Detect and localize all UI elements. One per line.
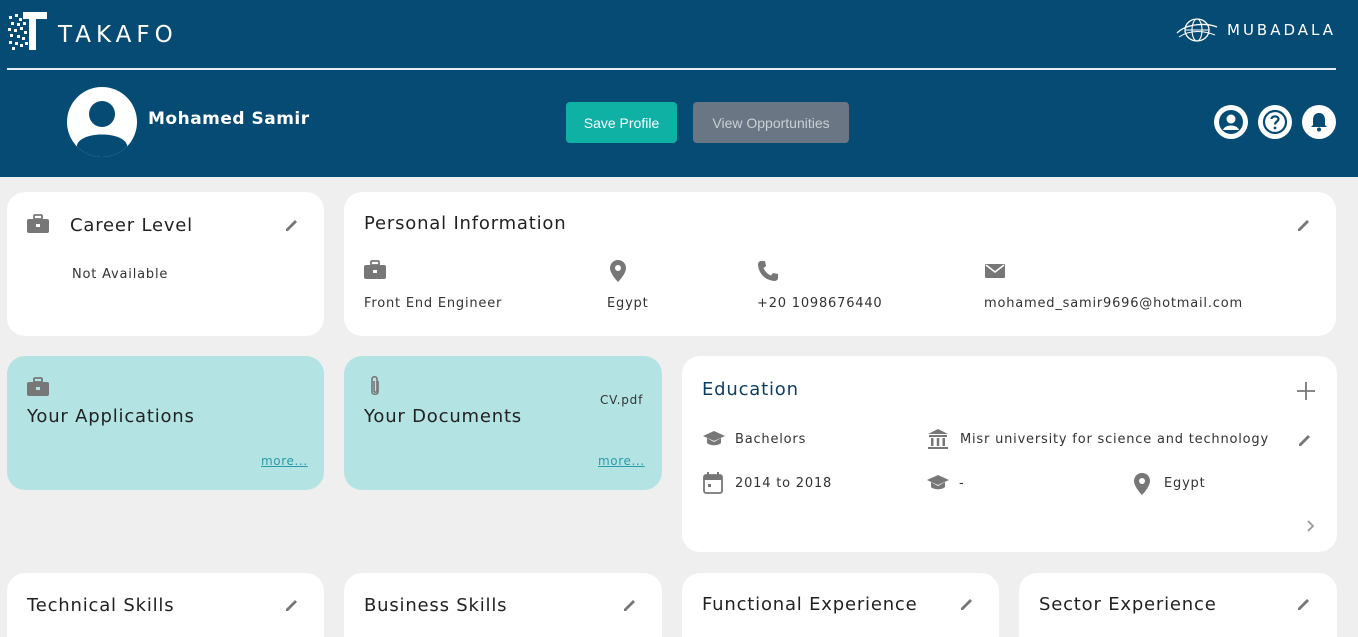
calendar-icon: [703, 472, 723, 494]
user-name: Mohamed Samir: [148, 109, 310, 129]
briefcase-icon: [27, 377, 49, 396]
career-level-card: Career Level Not Available: [7, 192, 324, 336]
applications-title: Your Applications: [27, 406, 195, 427]
job-title: Front End Engineer: [364, 296, 503, 311]
location-pin-icon: [1134, 473, 1150, 495]
sector-experience-title: Sector Experience: [1039, 594, 1217, 615]
pencil-icon[interactable]: [1297, 432, 1313, 448]
chevron-right-icon[interactable]: [1306, 519, 1316, 533]
help-icon: [1262, 109, 1288, 135]
partner-name: MUBADALA: [1227, 21, 1336, 39]
logo-mark: [8, 12, 47, 50]
pencil-icon[interactable]: [622, 597, 638, 613]
document-file[interactable]: CV.pdf: [600, 393, 643, 407]
avatar-person-icon: [77, 101, 127, 157]
education-degree: Bachelors: [735, 432, 807, 447]
technical-skills-card: Technical Skills: [7, 573, 324, 637]
phone-number: +20 1098676440: [757, 296, 883, 311]
education-title: Education: [702, 379, 799, 400]
education-card: Education Bachelors Misr university for …: [682, 356, 1337, 552]
email-address: mohamed_samir9696@hotmail.com: [984, 296, 1243, 311]
pencil-icon[interactable]: [1296, 596, 1312, 612]
education-field: -: [959, 476, 965, 491]
paperclip-icon: [371, 375, 379, 396]
notifications-button[interactable]: [1302, 105, 1336, 139]
pencil-icon[interactable]: [1296, 217, 1312, 233]
location-pin-icon: [610, 260, 626, 282]
sector-experience-card: Sector Experience: [1019, 573, 1337, 637]
save-profile-button[interactable]: Save Profile: [566, 102, 677, 143]
globe-icon: [1176, 18, 1218, 42]
top-header: TAKAFO MUBADALA Mohamed Samir Save Profi…: [0, 0, 1358, 177]
plus-icon[interactable]: [1296, 381, 1316, 401]
envelope-icon: [985, 264, 1005, 278]
help-button[interactable]: [1258, 105, 1292, 139]
career-level-title: Career Level: [70, 215, 193, 236]
business-skills-card: Business Skills: [344, 573, 662, 637]
header-divider: [7, 68, 1336, 70]
profile-button[interactable]: [1214, 105, 1248, 139]
functional-experience-title: Functional Experience: [702, 594, 918, 615]
technical-skills-title: Technical Skills: [27, 595, 175, 616]
pencil-icon[interactable]: [959, 596, 975, 612]
business-skills-title: Business Skills: [364, 595, 508, 616]
documents-title: Your Documents: [364, 406, 522, 427]
education-years: 2014 to 2018: [735, 476, 833, 491]
documents-more-link[interactable]: more...: [598, 454, 645, 468]
institution-icon: [928, 429, 948, 449]
view-opportunities-button[interactable]: View Opportunities: [693, 102, 849, 143]
personal-information-title: Personal Information: [364, 213, 567, 234]
pencil-icon[interactable]: [284, 217, 300, 233]
education-institution: Misr university for science and technolo…: [960, 432, 1269, 447]
user-circle-icon: [1219, 110, 1243, 134]
country: Egypt: [607, 296, 649, 311]
graduation-cap-icon: [703, 431, 725, 446]
graduation-cap-icon: [927, 475, 949, 490]
brand-name: TAKAFO: [58, 22, 178, 48]
applications-card[interactable]: Your Applications more...: [7, 356, 324, 490]
applications-more-link[interactable]: more...: [261, 454, 308, 468]
pencil-icon[interactable]: [284, 597, 300, 613]
documents-card[interactable]: Your Documents CV.pdf more...: [344, 356, 662, 490]
partner-logo: MUBADALA: [1175, 17, 1336, 43]
briefcase-icon: [27, 214, 49, 233]
avatar[interactable]: [67, 87, 137, 157]
phone-icon: [758, 261, 778, 281]
briefcase-icon: [364, 260, 386, 279]
career-level-value: Not Available: [72, 267, 169, 282]
functional-experience-card: Functional Experience: [682, 573, 999, 637]
education-country: Egypt: [1164, 476, 1206, 491]
personal-information-card: Personal Information Front End Engineer …: [344, 192, 1336, 336]
bell-icon: [1311, 113, 1327, 132]
